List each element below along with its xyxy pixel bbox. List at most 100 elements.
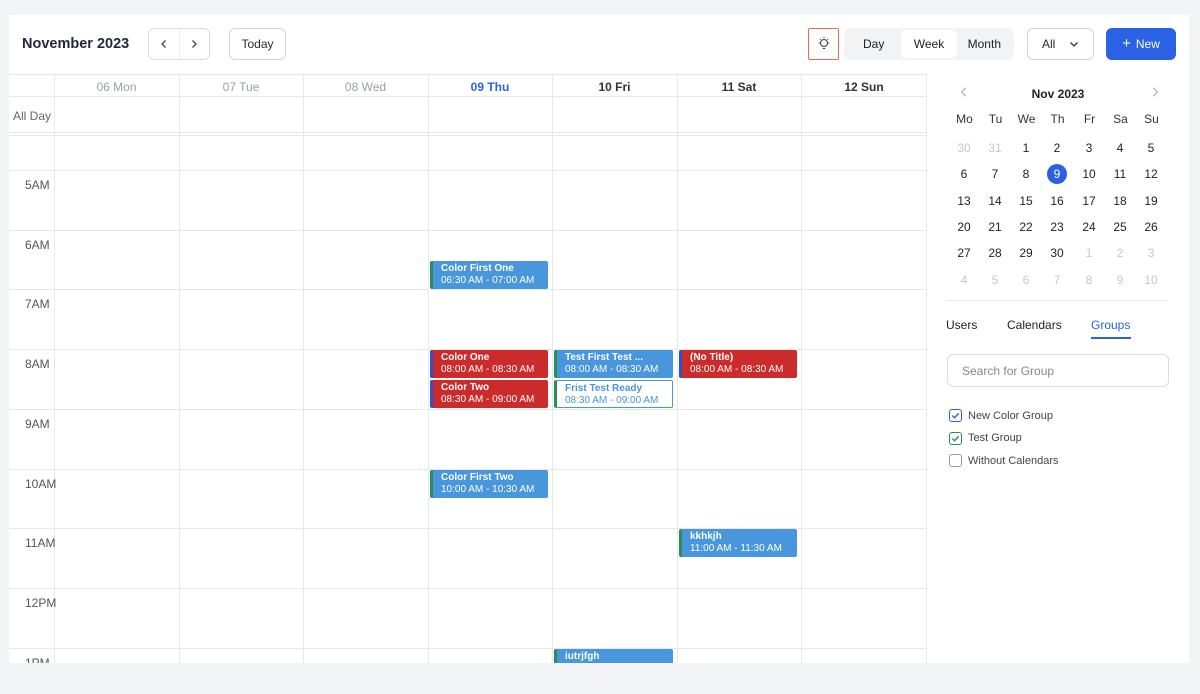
group-checkbox[interactable] xyxy=(949,454,962,467)
mini-calendar-day[interactable]: 14 xyxy=(985,191,1005,211)
mini-calendar-day[interactable]: 30 xyxy=(1047,243,1067,263)
new-event-button[interactable]: + New xyxy=(1106,28,1176,60)
mini-calendar-day[interactable]: 2 xyxy=(1047,138,1067,158)
mini-calendar-day[interactable]: 21 xyxy=(985,217,1005,237)
mini-calendar-day[interactable]: 8 xyxy=(1079,270,1099,290)
mini-calendar-day[interactable]: 11 xyxy=(1110,164,1130,184)
hour-label: 5AM xyxy=(25,178,50,192)
day-header[interactable]: 10 Fri xyxy=(552,80,677,94)
mini-calendar-day[interactable]: 10 xyxy=(1141,270,1161,290)
mini-calendar-day[interactable]: 31 xyxy=(985,138,1005,158)
mini-calendar-day[interactable]: 12 xyxy=(1141,164,1161,184)
day-header[interactable]: 12 Sun xyxy=(801,80,927,94)
group-item[interactable]: New Color Group xyxy=(949,409,1053,422)
group-item[interactable]: Test Group xyxy=(949,431,1022,445)
mini-calendar-day[interactable]: 3 xyxy=(1079,138,1099,158)
prev-week-button[interactable] xyxy=(149,29,179,59)
tab-calendars[interactable]: Calendars xyxy=(1007,318,1062,332)
mini-calendar-day[interactable]: 15 xyxy=(1016,191,1036,211)
event-time: 06:30 AM - 07:00 AM xyxy=(441,275,535,286)
event-card[interactable]: Color One 08:00 AM - 08:30 AM xyxy=(430,350,548,378)
view-week-button[interactable]: Week xyxy=(901,30,957,58)
mini-calendar-day[interactable]: 30 xyxy=(954,138,974,158)
mini-calendar-day[interactable]: 4 xyxy=(1110,138,1130,158)
mini-calendar-day[interactable]: 27 xyxy=(954,243,974,263)
tab-groups[interactable]: Groups xyxy=(1091,318,1130,332)
mini-calendar-day[interactable]: 25 xyxy=(1110,217,1130,237)
mini-calendar-day[interactable]: 18 xyxy=(1110,191,1130,211)
event-card[interactable]: kkhkjh 11:00 AM - 11:30 AM xyxy=(679,529,797,557)
weekday-label: Fr xyxy=(1083,112,1096,126)
mini-calendar-day[interactable]: 5 xyxy=(1141,138,1161,158)
event-card[interactable]: iutrjfgh xyxy=(554,649,673,663)
check-icon xyxy=(951,435,960,442)
mini-calendar-day[interactable]: 9 xyxy=(1047,164,1067,185)
new-event-label: New xyxy=(1135,37,1160,51)
mini-calendar-day[interactable]: 17 xyxy=(1079,191,1099,211)
mini-calendar-day[interactable]: 22 xyxy=(1016,217,1036,237)
event-card[interactable]: (No Title) 08:00 AM - 08:30 AM xyxy=(679,350,797,378)
mini-calendar-day[interactable]: 7 xyxy=(1047,270,1067,290)
event-card[interactable]: Color Two 08:30 AM - 09:00 AM xyxy=(430,380,548,408)
view-month-button[interactable]: Month xyxy=(957,30,1012,58)
mini-calendar-day[interactable]: 1 xyxy=(1016,138,1036,158)
filter-select[interactable]: All xyxy=(1027,28,1094,60)
column-divider xyxy=(801,75,802,663)
group-checkbox[interactable] xyxy=(949,431,962,445)
mini-calendar-day[interactable]: 29 xyxy=(1016,243,1036,263)
mini-calendar-day[interactable]: 6 xyxy=(1016,270,1036,290)
event-title: (No Title) xyxy=(690,352,734,363)
calendar-app: November 2023 Today Day Week Month All + N… xyxy=(9,15,1189,663)
mini-calendar-day[interactable]: 16 xyxy=(1047,191,1067,211)
mini-calendar-day[interactable]: 1 xyxy=(1079,243,1099,263)
theme-toggle-button[interactable] xyxy=(808,28,839,60)
group-label: New Color Group xyxy=(968,409,1053,422)
hour-label: 11AM xyxy=(25,536,56,550)
mini-calendar-day[interactable]: 7 xyxy=(985,164,1005,184)
mini-calendar-day[interactable]: 26 xyxy=(1141,217,1161,237)
mini-calendar-day[interactable]: 10 xyxy=(1079,164,1099,184)
mini-calendar-day[interactable]: 24 xyxy=(1079,217,1099,237)
view-day-button[interactable]: Day xyxy=(846,30,901,58)
event-card[interactable]: Color First Two 10:00 AM - 10:30 AM xyxy=(430,470,548,498)
today-button[interactable]: Today xyxy=(229,28,286,60)
group-checkbox[interactable] xyxy=(949,409,962,422)
mini-calendar-day[interactable]: 8 xyxy=(1016,164,1036,184)
header-divider xyxy=(9,132,927,133)
event-card[interactable]: Frist Test Ready 08:30 AM - 09:00 AM xyxy=(554,380,673,408)
mini-calendar-day[interactable]: 6 xyxy=(954,164,974,184)
column-divider xyxy=(303,75,304,663)
mini-calendar-day[interactable]: 5 xyxy=(985,270,1005,290)
mini-calendar-day[interactable]: 2 xyxy=(1110,243,1130,263)
weekday-label: Th xyxy=(1050,112,1065,126)
group-item[interactable]: Without Calendars xyxy=(949,454,1059,467)
group-label: Test Group xyxy=(968,432,1022,444)
mini-calendar-day[interactable]: 13 xyxy=(954,191,974,211)
day-header[interactable]: 11 Sat xyxy=(677,80,801,94)
day-header[interactable]: 09 Thu xyxy=(428,80,552,94)
mini-next-month-icon[interactable] xyxy=(1149,86,1161,98)
tab-users[interactable]: Users xyxy=(946,318,977,332)
day-header[interactable]: 07 Tue xyxy=(179,80,303,94)
plus-icon: + xyxy=(1122,35,1131,52)
event-card[interactable]: Test First Test ... 08:00 AM - 08:30 AM xyxy=(554,350,673,378)
header-divider xyxy=(9,135,927,136)
mini-calendar-day[interactable]: 9 xyxy=(1110,270,1130,290)
hour-label: 10AM xyxy=(25,477,57,491)
mini-calendar-day[interactable]: 20 xyxy=(954,217,974,237)
event-card[interactable]: Color First One 06:30 AM - 07:00 AM xyxy=(430,261,548,289)
mini-calendar-day[interactable]: 19 xyxy=(1141,191,1161,211)
active-tab-indicator xyxy=(1091,337,1131,339)
chevron-down-icon xyxy=(1070,42,1078,47)
event-time: 11:00 AM - 11:30 AM xyxy=(690,543,782,554)
group-search-input[interactable]: Search for Group xyxy=(947,354,1169,387)
next-week-button[interactable] xyxy=(178,29,210,59)
day-header[interactable]: 08 Wed xyxy=(303,80,428,94)
mini-calendar-day[interactable]: 28 xyxy=(985,243,1005,263)
mini-calendar-day[interactable]: 3 xyxy=(1141,243,1161,263)
week-grid: All Day 06 Mon 07 Tue 08 Wed 09 Thu 10 Fri 11… xyxy=(9,74,927,663)
event-time: 08:30 AM - 09:00 AM xyxy=(565,395,659,406)
mini-calendar-day[interactable]: 23 xyxy=(1047,217,1067,237)
mini-calendar-day[interactable]: 4 xyxy=(954,270,974,290)
day-header[interactable]: 06 Mon xyxy=(54,80,179,94)
